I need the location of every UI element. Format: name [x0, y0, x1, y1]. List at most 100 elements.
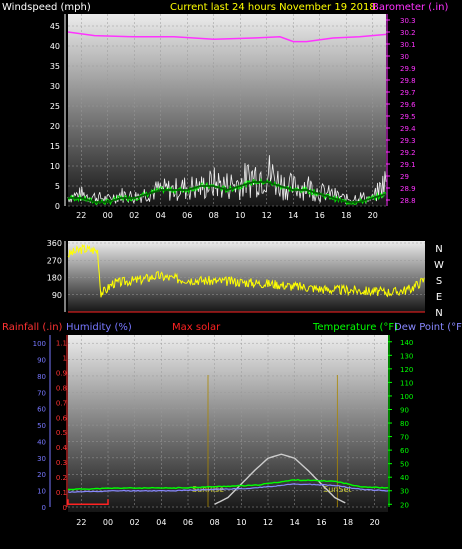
wind-time-tick-label: 14 — [288, 211, 298, 220]
temperature-axis-title: Temperature (°F) — [312, 322, 398, 333]
humidity-tick-label: 100 — [33, 340, 46, 348]
wind-time-tick-label: 02 — [129, 211, 139, 220]
winddir-plot-area — [68, 241, 425, 312]
temperature-tick-label: 110 — [400, 379, 413, 387]
temperature-tick-label: 60 — [400, 447, 409, 455]
rainfall-tick-label: 0.9 — [56, 369, 67, 377]
wind-time-tick-label: 06 — [182, 211, 192, 220]
barometer-tick-label: 29.7 — [400, 89, 416, 97]
wind-time-tick-label: 00 — [103, 211, 113, 220]
humidity-tick-label: 50 — [37, 422, 46, 430]
barometer-tick-label: 28.9 — [400, 185, 416, 193]
wind-time-tick-label: 18 — [341, 211, 351, 220]
temp-time-tick-label: 14 — [290, 518, 300, 527]
rainfall-tick-label: 0.1 — [56, 489, 67, 497]
wind-time-tick-label: 16 — [315, 211, 325, 220]
chart-title: Current last 24 hours November 19 2018 — [170, 2, 376, 13]
rainfall-axis-title: Rainfall (.in) — [2, 322, 63, 333]
humidity-tick-label: 40 — [37, 438, 46, 446]
temperature-tick-label: 130 — [400, 352, 413, 360]
rainfall-tick-label: 0.8 — [56, 384, 67, 392]
windspeed-tick-label: 10 — [50, 162, 60, 171]
rainfall-tick-label: 1 — [63, 354, 67, 362]
windspeed-tick-label: 25 — [50, 102, 60, 111]
winddir-compass-label: N — [435, 244, 442, 255]
barometer-tick-label: 29.4 — [400, 125, 416, 133]
temp-time-tick-label: 18 — [343, 518, 353, 527]
winddir-compass-label: S — [436, 276, 442, 287]
barometer-tick-label: 30.3 — [400, 17, 416, 25]
temperature-tick-label: 100 — [400, 393, 413, 401]
barometer-tick-label: 29.1 — [400, 161, 416, 169]
winddir-tick-label: 360 — [47, 239, 62, 248]
barometer-tick-label: 29.5 — [400, 113, 416, 121]
temperature-tick-label: 40 — [400, 474, 409, 482]
rainfall-tick-label: 0.4 — [56, 444, 68, 452]
dewpoint-axis-title: Dew Point (°F) — [394, 322, 462, 333]
temperature-tick-label: 80 — [400, 420, 409, 428]
barometer-tick-label: 29.3 — [400, 137, 416, 145]
max-solar-label: Max solar — [172, 322, 221, 333]
barometer-tick-label: 30 — [400, 53, 409, 61]
temperature-tick-label: 140 — [400, 339, 413, 347]
windspeed-tick-label: 20 — [50, 122, 60, 131]
barometer-tick-label: 29.9 — [400, 65, 416, 73]
wind-time-tick-label: 22 — [76, 211, 86, 220]
humidity-tick-label: 10 — [37, 488, 46, 496]
temperature-tick-label: 70 — [400, 434, 409, 442]
rainfall-tick-label: 0.5 — [56, 429, 67, 437]
temp-time-tick-label: 22 — [76, 518, 86, 527]
barometer-tick-label: 30.2 — [400, 29, 416, 37]
barometer-axis-title: Barometer (.in) — [372, 2, 448, 13]
wind-time-tick-label: 04 — [156, 211, 166, 220]
rainfall-tick-label: 0.7 — [56, 399, 67, 407]
barometer-tick-label: 28.8 — [400, 197, 416, 205]
winddir-tick-label: 180 — [47, 274, 62, 283]
weather-charts-canvas: 05101520253035404528.828.92929.129.229.3… — [2, 2, 462, 527]
windspeed-tick-label: 15 — [50, 142, 60, 151]
winddir-tick-label: 90 — [52, 291, 62, 300]
rainfall-tick-label: 1.1 — [56, 339, 67, 347]
temp-time-tick-label: 12 — [263, 518, 273, 527]
temperature-tick-label: 50 — [400, 461, 409, 469]
humidity-tick-label: 80 — [37, 373, 46, 381]
rainfall-tick-label: 0 — [63, 504, 67, 512]
temp-time-tick-label: 04 — [156, 518, 166, 527]
temp-time-tick-label: 20 — [370, 518, 380, 527]
temp-time-tick-label: 00 — [103, 518, 113, 527]
humidity-tick-label: 60 — [37, 406, 46, 414]
windspeed-tick-label: 35 — [50, 62, 60, 71]
humidity-tick-label: 90 — [37, 357, 46, 365]
rainfall-tick-label: 0.6 — [56, 414, 68, 422]
windspeed-axis-title: Windspeed (mph) — [2, 2, 91, 13]
temp-time-tick-label: 16 — [316, 518, 326, 527]
barometer-tick-label: 29.6 — [400, 101, 416, 109]
humidity-tick-label: 70 — [37, 389, 46, 397]
barometer-tick-label: 29 — [400, 173, 409, 181]
humidity-tick-label: 30 — [37, 455, 46, 463]
temp-time-tick-label: 02 — [130, 518, 140, 527]
temperature-tick-label: 20 — [400, 501, 409, 509]
windspeed-tick-label: 30 — [50, 82, 60, 91]
wind-time-tick-label: 08 — [209, 211, 219, 220]
barometer-tick-label: 29.2 — [400, 149, 416, 157]
rainfall-tick-label: 0.3 — [56, 459, 67, 467]
rainfall-tick-label: 0.2 — [56, 474, 67, 482]
barometer-tick-label: 29.8 — [400, 77, 416, 85]
winddir-compass-label: W — [434, 260, 444, 271]
wind-time-tick-label: 12 — [262, 211, 272, 220]
humidity-tick-label: 20 — [37, 471, 46, 479]
humidity-axis-title: Humidity (%) — [66, 322, 132, 333]
temperature-tick-label: 90 — [400, 406, 409, 414]
windspeed-tick-label: 5 — [55, 182, 60, 191]
wind-time-tick-label: 10 — [235, 211, 245, 220]
winddir-compass-label: N — [435, 308, 442, 319]
temperature-tick-label: 30 — [400, 488, 409, 496]
barometer-tick-label: 30.1 — [400, 41, 416, 49]
windspeed-tick-label: 45 — [50, 22, 60, 31]
winddir-tick-label: 270 — [47, 256, 62, 265]
humidity-tick-label: 0 — [42, 504, 46, 512]
temperature-tick-label: 120 — [400, 366, 413, 374]
windspeed-tick-label: 40 — [50, 42, 60, 51]
temp-time-tick-label: 10 — [236, 518, 246, 527]
